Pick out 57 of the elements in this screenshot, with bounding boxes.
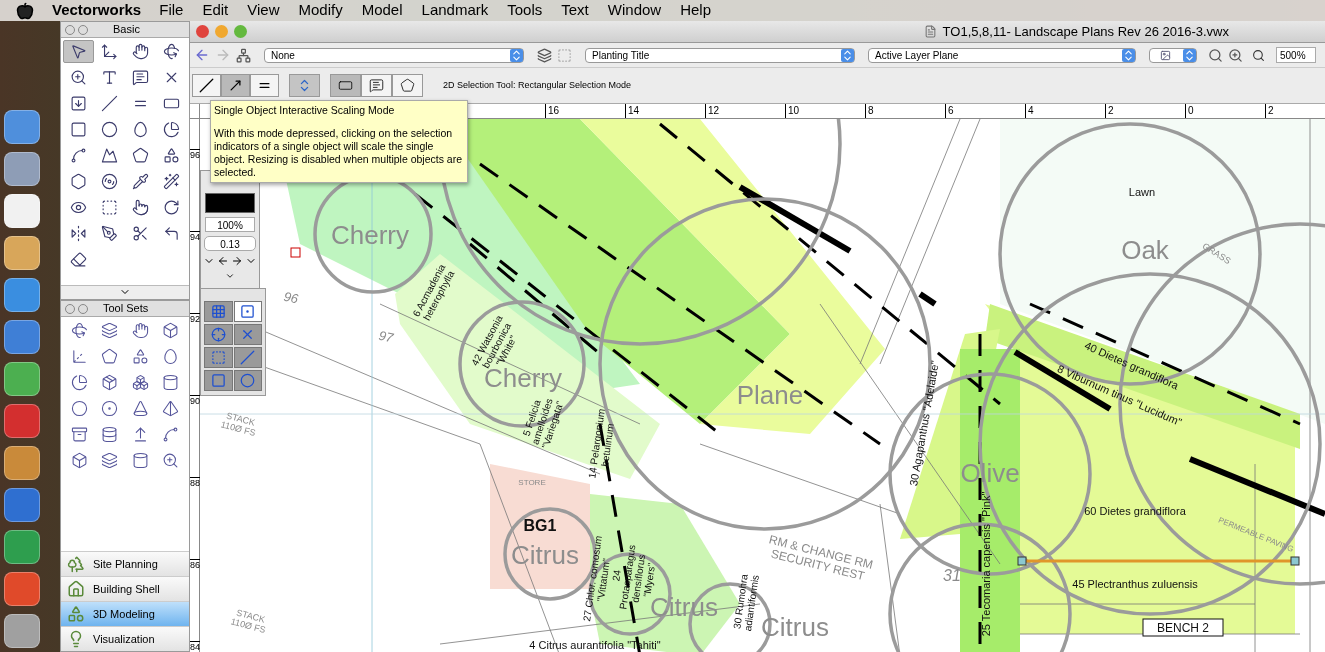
plan-note: 97 xyxy=(377,327,395,346)
tool-set-tab[interactable]: 3D Modeling xyxy=(61,601,189,626)
plane-dropdown[interactable]: Active Layer Plane xyxy=(868,47,1136,63)
plan-note: STACK 110Ø FS xyxy=(219,410,257,439)
plan-note: STACK 110Ø FS xyxy=(229,607,267,636)
ruler-number: 12 xyxy=(705,104,720,118)
bench-label: BENCH 2 xyxy=(1142,618,1224,637)
ruler-number: 2 xyxy=(1265,104,1274,118)
plant-label: 30 Rumohra adiantiformis xyxy=(731,573,761,632)
plant-label: 45 Plectranthus zuluensis xyxy=(1072,578,1198,590)
ruler-number: 4 xyxy=(1025,104,1034,118)
layer-dropdown[interactable]: Planting Title xyxy=(585,47,855,63)
ruler-number: 6 xyxy=(945,104,954,118)
menu-item[interactable]: File xyxy=(159,0,184,22)
plant-label: Lawn xyxy=(1128,186,1156,198)
tooltip-text: With this mode depressed, clicking on the selection indicators of a single object will scale the single object. Resizing is disabled when multiple objects are selected. xyxy=(214,127,464,179)
menu-item[interactable]: Edit xyxy=(202,0,229,22)
ruler-number: 8 xyxy=(865,104,874,118)
plant-label: 27 Chlor. comosum "Vittatum" xyxy=(581,535,612,622)
tool-set-tab[interactable]: Site Planning xyxy=(61,551,189,576)
class-dropdown[interactable]: None xyxy=(264,47,524,63)
ruler-number: 2 xyxy=(1105,104,1114,118)
bed-code-label: BG1 xyxy=(523,517,557,534)
menu-item[interactable]: Model xyxy=(361,0,403,22)
app-menu[interactable]: Vectorworks xyxy=(52,0,142,22)
plan-note: 96 xyxy=(282,288,300,307)
palette-title: Basic xyxy=(113,22,140,38)
ruler-number: 0 xyxy=(1185,104,1194,118)
ruler-number: 10 xyxy=(785,104,800,118)
line-weight-field[interactable]: 0.13 xyxy=(204,236,256,251)
menu-item[interactable]: Tools xyxy=(507,0,543,22)
plant-label: 14 Pelargonium betulinum xyxy=(586,408,616,479)
ruler-number: 16 xyxy=(545,104,560,118)
ruler-number: 14 xyxy=(625,104,640,118)
tree-label: Citrus xyxy=(511,540,579,570)
plan-note: 31 xyxy=(943,567,961,584)
tool-set-tab[interactable]: Building Shell xyxy=(61,576,189,601)
tree-label: Plane xyxy=(736,380,804,410)
status-text: 2D Selection Tool: Rectangular Selection Mode xyxy=(443,78,631,92)
plant-label: 30 Agapanthus "Adelaide" xyxy=(907,359,941,487)
tool-set-tab[interactable]: Visualization xyxy=(61,626,189,651)
plant-label: 25 Tecomaria capensis "Pink" xyxy=(980,491,992,637)
menu-item[interactable]: Text xyxy=(561,0,589,22)
menu-item[interactable]: View xyxy=(247,0,280,22)
tree-label: Oak xyxy=(1121,235,1169,265)
palette-title: Tool Sets xyxy=(103,301,149,317)
plant-label: 60 Dietes grandiflora xyxy=(1084,505,1186,517)
menu-item[interactable]: Modify xyxy=(298,0,343,22)
plan-note: STORE xyxy=(518,478,546,487)
zoom-field[interactable]: 500% xyxy=(1276,47,1316,63)
tooltip-title: Single Object Interactive Scaling Mode xyxy=(214,104,396,117)
menu-item[interactable]: Help xyxy=(680,0,711,22)
menu-item[interactable]: Landmark xyxy=(421,0,489,22)
opacity-field[interactable]: 100% xyxy=(205,217,255,232)
menu-item[interactable]: Window xyxy=(607,0,662,22)
tree-label: Cherry xyxy=(331,220,409,250)
window-title: TO1,5,8,11- Landscape Plans Rev 26 2016-3.vwx xyxy=(942,22,1229,41)
